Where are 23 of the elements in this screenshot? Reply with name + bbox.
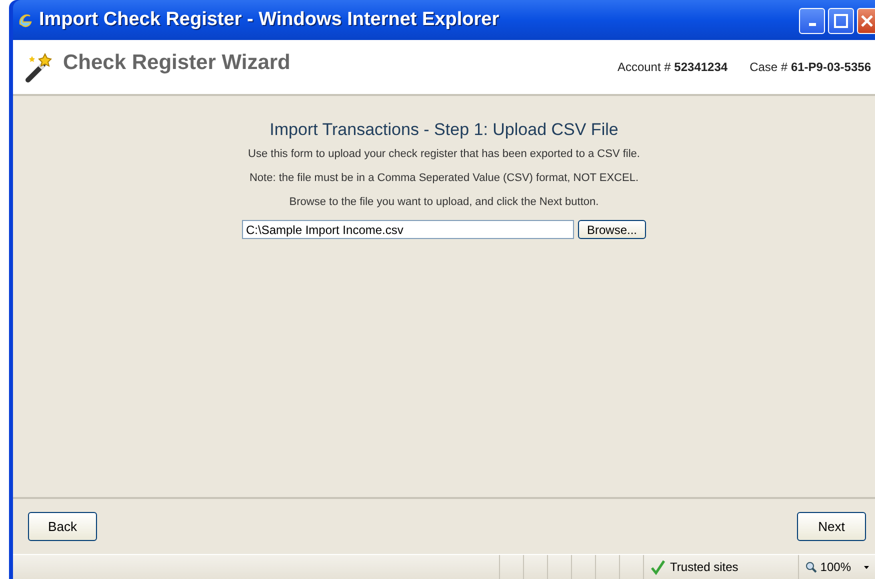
account-number: Account # 52341234 (617, 60, 728, 74)
file-path-field[interactable]: C:\Sample Import Income.csv (242, 220, 574, 239)
browse-button[interactable]: Browse... (578, 220, 646, 239)
minimize-icon (808, 23, 816, 26)
minimize-button[interactable] (799, 8, 825, 34)
instruction-text: Note: the file must be in a Comma Seperated Value (CSV) format, NOT EXCEL. (249, 172, 639, 184)
case-number: Case # 61-P9-03-5356 (750, 60, 871, 74)
magnifier-icon (805, 561, 818, 573)
security-zone: Trusted sites (670, 560, 738, 574)
wizard-title: Check Register Wizard (63, 51, 292, 76)
step-heading: Import Transactions - Step 1: Upload CSV File (270, 120, 618, 140)
instruction-text: Browse to the file you want to upload, and click the Next button. (289, 196, 599, 208)
dropdown-icon (864, 566, 869, 568)
close-icon (861, 15, 873, 27)
instruction-text: Use this form to upload your check register that has been exported to a CSV file. (248, 148, 640, 160)
next-button[interactable]: Next (797, 512, 866, 541)
maximize-icon (834, 14, 848, 28)
zoom-control[interactable]: 100% (798, 555, 875, 579)
back-button[interactable]: Back (28, 512, 97, 541)
maximize-button[interactable] (828, 8, 854, 34)
close-button[interactable] (857, 8, 875, 34)
window-title: Import Check Register - Windows Internet Explorer (39, 9, 500, 31)
checkmark-icon (650, 559, 666, 575)
